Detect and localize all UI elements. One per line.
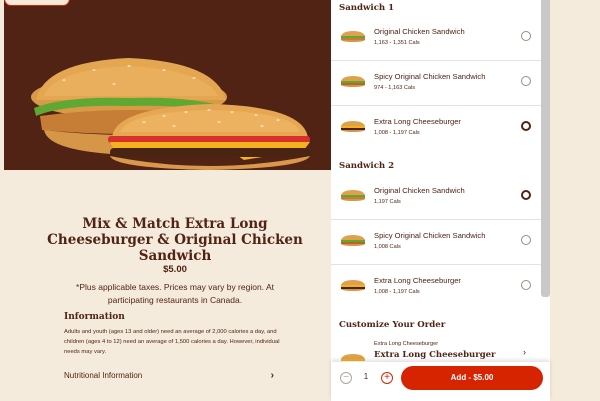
option-calories: 1,163 - 1,351 Cals — [374, 40, 420, 46]
option-radio-selected[interactable] — [521, 121, 531, 131]
information-heading: Information — [64, 312, 125, 322]
option-calories: 974 - 1,163 Cals — [374, 85, 416, 91]
sandwich-2-heading: Sandwich 2 — [339, 161, 395, 171]
customize-item-subtitle: Extra Long Cheeseburger — [374, 341, 439, 347]
option-name: Spicy Original Chicken Sandwich — [374, 231, 486, 240]
chevron-right-icon: › — [523, 347, 526, 357]
promo-badge — [4, 0, 70, 6]
option-radio-selected[interactable] — [521, 190, 531, 200]
chicken-sandwich-thumbnail — [341, 31, 365, 42]
chicken-sandwich-thumbnail — [341, 190, 365, 201]
option-radio[interactable] — [521, 31, 531, 41]
option-name: Extra Long Cheeseburger — [374, 117, 461, 126]
option-radio[interactable] — [521, 280, 531, 290]
sandwich-2-option-original-chicken[interactable]: Original Chicken Sandwich 1,197 Cals — [331, 175, 541, 220]
cheeseburger-thumbnail — [341, 280, 365, 291]
cheeseburger-thumbnail — [341, 121, 365, 132]
product-hero-image — [4, 0, 331, 170]
option-radio[interactable] — [521, 235, 531, 245]
product-title: Mix & Match Extra Long Cheeseburger & Or… — [47, 216, 303, 264]
option-name: Original Chicken Sandwich — [374, 186, 465, 195]
spicy-chicken-sandwich-thumbnail — [341, 76, 365, 87]
customize-item-title: Extra Long Cheeseburger — [374, 350, 496, 360]
tax-note: *Plus applicable taxes. Prices may vary … — [76, 282, 274, 305]
sandwich-1-option-spicy-chicken[interactable]: Spicy Original Chicken Sandwich 974 - 1,… — [331, 61, 541, 106]
nutritional-information-label: Nutritional Information — [64, 371, 143, 380]
spicy-chicken-sandwich-thumbnail — [341, 235, 365, 246]
sandwich-1-heading: Sandwich 1 — [339, 3, 395, 13]
burger-illustration — [31, 58, 310, 170]
option-name: Extra Long Cheeseburger — [374, 276, 461, 285]
customize-extra-long-cheeseburger[interactable]: Extra Long Cheeseburger Extra Long Chees… — [331, 338, 541, 363]
sandwich-1-option-extra-long-cheeseburger[interactable]: Extra Long Cheeseburger 1,008 - 1,197 Ca… — [331, 106, 541, 151]
quantity-value: 1 — [363, 372, 369, 381]
product-price: $5.00 — [163, 264, 187, 275]
option-calories: 1,197 Cals — [374, 199, 401, 205]
sandwich-1-option-original-chicken[interactable]: Original Chicken Sandwich 1,163 - 1,351 … — [331, 16, 541, 61]
option-name: Spicy Original Chicken Sandwich — [374, 72, 486, 81]
add-to-order-button[interactable]: Add - $5.00 — [401, 366, 543, 390]
option-radio[interactable] — [521, 76, 531, 86]
decrease-quantity-button[interactable]: − — [340, 372, 352, 384]
sandwich-2-option-spicy-chicken[interactable]: Spicy Original Chicken Sandwich 1,008 Ca… — [331, 220, 541, 265]
sandwich-2-option-extra-long-cheeseburger[interactable]: Extra Long Cheeseburger 1,008 - 1,197 Ca… — [331, 265, 541, 310]
order-footer: − 1 + Add - $5.00 — [331, 362, 550, 401]
option-calories: 1,008 - 1,197 Cals — [374, 289, 420, 295]
page-gutter — [550, 0, 600, 401]
option-name: Original Chicken Sandwich — [374, 27, 465, 36]
option-calories: 1,008 Cals — [374, 244, 401, 250]
chevron-right-icon: › — [270, 370, 274, 381]
option-calories: 1,008 - 1,197 Cals — [374, 130, 420, 136]
product-details-panel: Mix & Match Extra Long Cheeseburger & Or… — [0, 0, 331, 401]
nutritional-information-link[interactable]: Nutritional Information › — [64, 370, 274, 383]
calorie-info-text: Adults and youth (ages 13 and older) nee… — [64, 329, 280, 355]
customize-order-heading: Customize Your Order — [339, 320, 446, 330]
options-scrollbar[interactable] — [541, 0, 550, 297]
increase-quantity-button[interactable]: + — [381, 372, 393, 384]
